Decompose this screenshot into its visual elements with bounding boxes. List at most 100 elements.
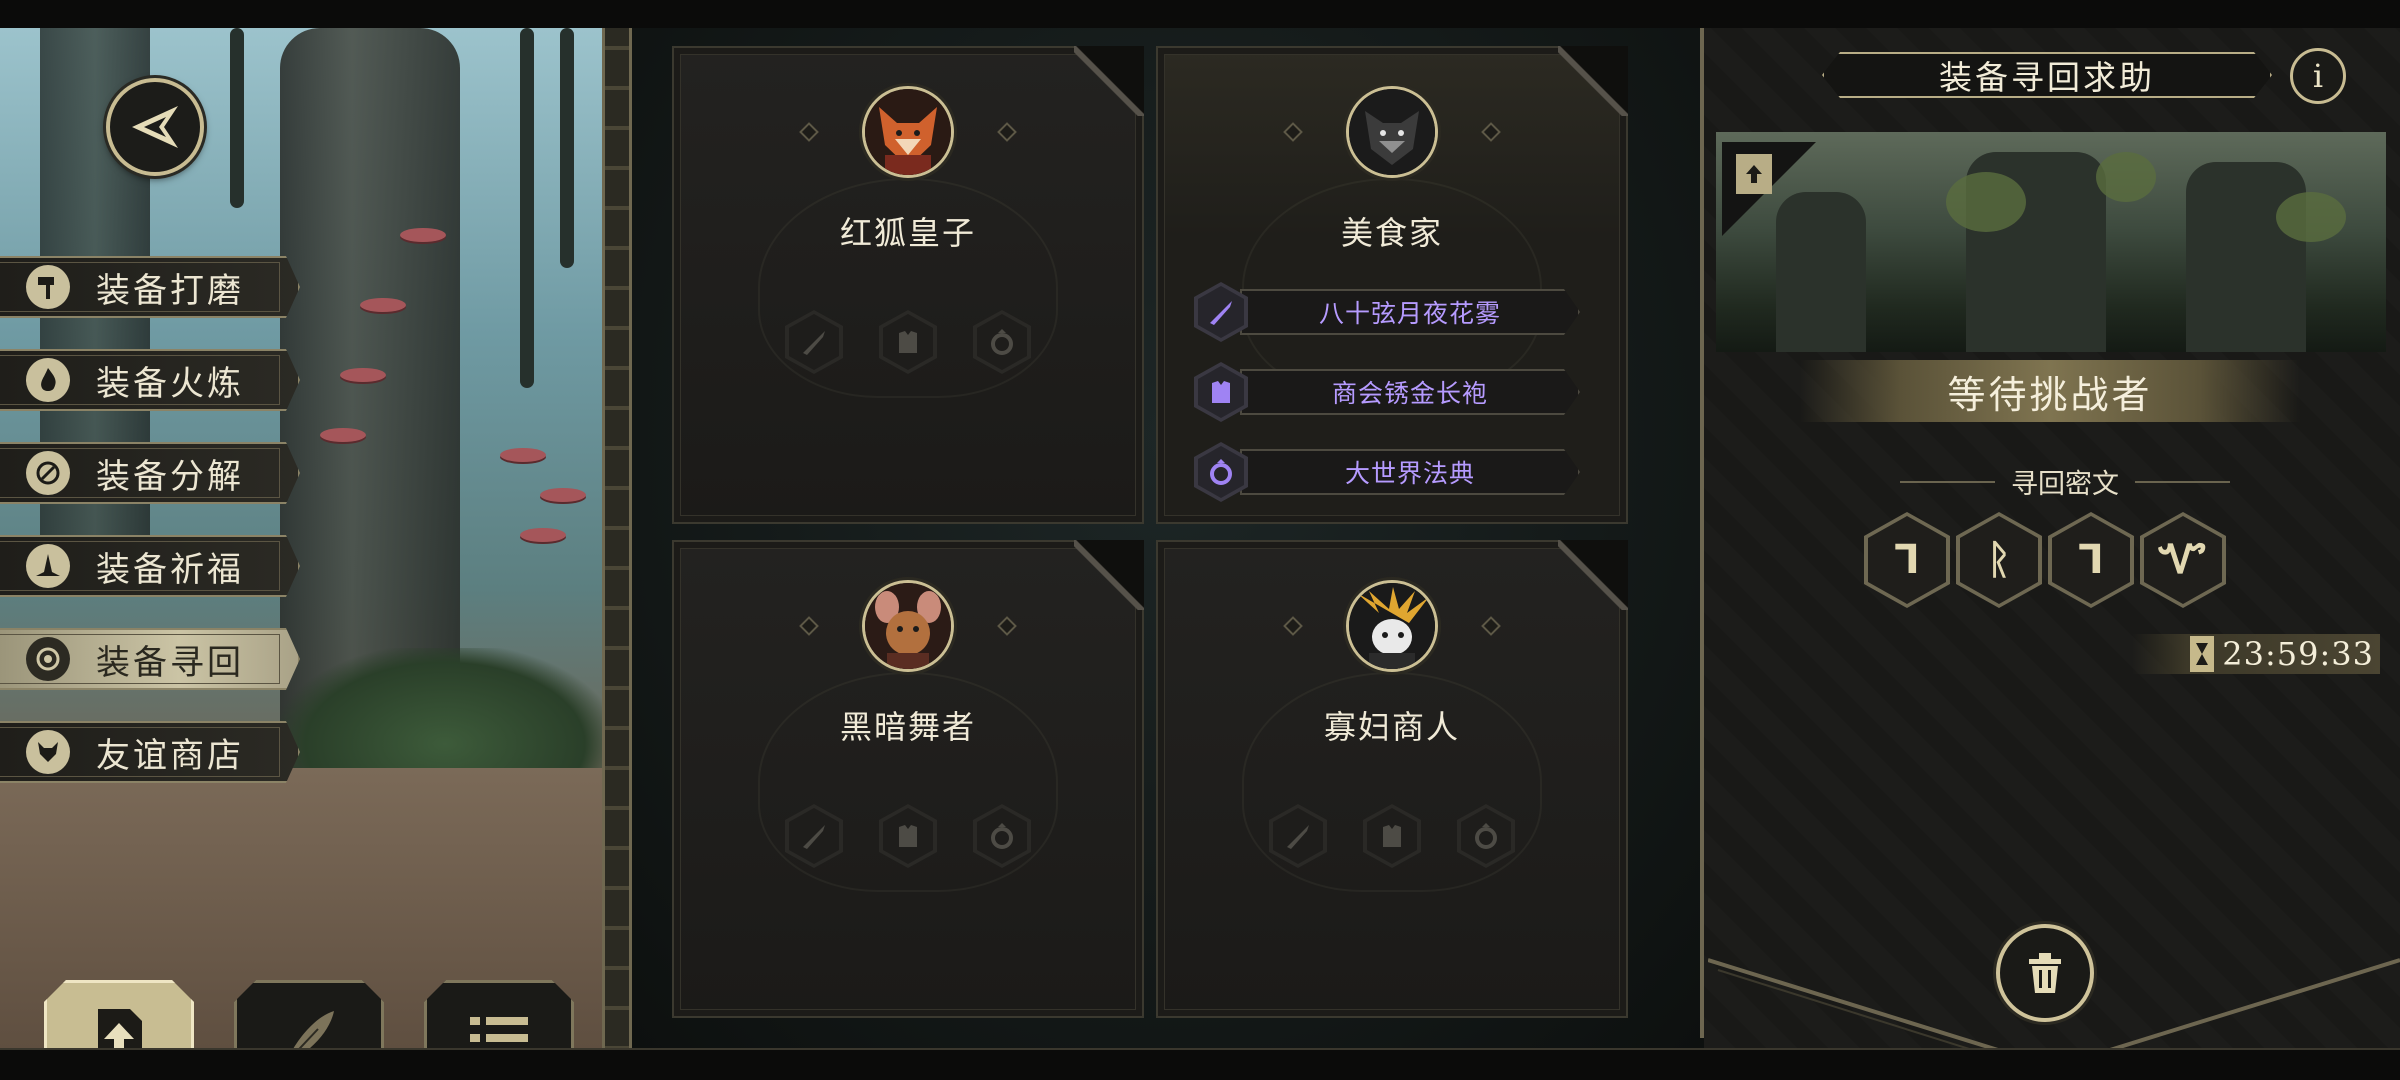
sword-icon <box>1287 825 1309 849</box>
menu-item-polish[interactable]: 装备打磨 <box>0 256 300 318</box>
mushroom <box>340 368 386 382</box>
trash-icon <box>2029 953 2061 993</box>
upload-icon <box>98 1008 142 1048</box>
share-button[interactable] <box>1736 154 1772 194</box>
menu-label: 装备分解 <box>96 456 244 497</box>
cipher-symbol: Ꞁ <box>1864 512 1950 608</box>
mushroom <box>360 298 406 312</box>
equipment-name: 八十弦月夜花雾 <box>1240 289 1580 335</box>
mushroom <box>400 228 446 242</box>
sword-icon <box>803 825 825 849</box>
diamond-ornament <box>997 122 1017 142</box>
cipher-symbol: Ꮙ <box>2140 512 2226 608</box>
equipment-slots <box>674 804 1142 868</box>
hero-name: 寡妇商人 <box>1323 708 1460 746</box>
menu-label: 友谊商店 <box>96 735 244 776</box>
sword-icon <box>1210 301 1232 325</box>
equipment-row[interactable]: 八十弦月夜花雾 <box>1194 282 1594 342</box>
back-button[interactable] <box>106 78 204 176</box>
armor-slot[interactable] <box>879 310 937 374</box>
fox-icon <box>26 730 70 774</box>
hero-name: 红狐皇子 <box>839 214 976 252</box>
disassemble-icon <box>26 451 70 495</box>
info-button[interactable]: i <box>2290 48 2346 104</box>
menu-item-friendship-shop[interactable]: 友谊商店 <box>0 721 300 783</box>
ring-slot[interactable] <box>973 804 1031 868</box>
back-arrow-icon <box>132 106 178 148</box>
cipher-header: 寻回密文 <box>1900 462 2230 501</box>
menu-label: 装备火炼 <box>96 363 244 404</box>
diamond-ornament <box>799 122 819 142</box>
mushroom <box>320 428 366 442</box>
card-fold-corner <box>1558 540 1628 610</box>
hero-card[interactable]: 红狐皇子 <box>672 46 1144 524</box>
menu-label: 装备祈福 <box>96 549 244 590</box>
equipment-name: 商会锈金长袍 <box>1240 369 1580 415</box>
menu-item-disassemble[interactable]: 装备分解 <box>0 442 300 504</box>
hero-name: 美食家 <box>1340 214 1443 252</box>
list-tab-button[interactable] <box>424 980 574 1048</box>
armor-icon <box>899 825 917 847</box>
feather-icon <box>285 1010 334 1048</box>
hero-name: 黑暗舞者 <box>839 708 976 746</box>
hero-card[interactable]: 寡妇商人 <box>1156 540 1628 1018</box>
hero-card[interactable]: 黑暗舞者 <box>672 540 1144 1018</box>
scene-moss <box>1946 172 2026 232</box>
widow-merchant-portrait <box>1349 583 1435 669</box>
diamond-ornament <box>997 616 1017 636</box>
mushroom <box>500 448 546 462</box>
hourglass-icon <box>2190 636 2215 672</box>
timer-text: 23:59:33 <box>2222 635 2374 673</box>
hanging-vine <box>520 28 534 388</box>
armor-icon <box>1383 825 1401 847</box>
diamond-ornament <box>1283 616 1303 636</box>
menu-label: 装备打磨 <box>96 270 244 311</box>
boss-scene-image <box>1716 132 2386 352</box>
armor-slot[interactable] <box>879 804 937 868</box>
ring-icon <box>991 329 1013 355</box>
discard-button[interactable] <box>1996 924 2094 1022</box>
cipher-symbol: Ꞁ <box>2048 512 2134 608</box>
hero-avatar <box>1346 86 1438 178</box>
equipment-name: 大世界法典 <box>1240 449 1580 495</box>
left-scene-panel: 装备打磨 装备火炼 装备分解 装备祈福 装备寻回 友谊商店 <box>0 28 610 1048</box>
diamond-ornament <box>1481 122 1501 142</box>
weapon-slot[interactable] <box>785 310 843 374</box>
mushroom <box>540 488 586 502</box>
upload-tab-button[interactable] <box>44 980 194 1048</box>
hero-card[interactable]: 美食家 八十弦月夜花雾 商会锈金长袍 大世界法典 <box>1156 46 1628 524</box>
dark-dancer-portrait <box>865 583 951 669</box>
hammer-icon <box>26 265 70 309</box>
menu-item-forge[interactable]: 装备火炼 <box>0 349 300 411</box>
ring-slot[interactable] <box>1457 804 1515 868</box>
ornamental-divider <box>602 28 632 1048</box>
ring-icon <box>1210 459 1232 485</box>
feather-tab-button[interactable] <box>234 980 384 1048</box>
side-menu: 装备打磨 装备火炼 装备分解 装备祈福 装备寻回 友谊商店 <box>0 256 306 814</box>
info-icon: i <box>2312 57 2324 95</box>
diamond-ornament <box>1481 616 1501 636</box>
menu-item-retrieve[interactable]: 装备寻回 <box>0 628 300 690</box>
hanging-vine <box>560 28 574 268</box>
panel-frame <box>1700 28 1704 1038</box>
pray-icon <box>26 544 70 588</box>
scene-moss <box>2276 192 2346 242</box>
scene-tree <box>2186 162 2306 352</box>
weapon-slot[interactable] <box>1269 804 1327 868</box>
hero-avatar <box>862 580 954 672</box>
equipment-row[interactable]: 商会锈金长袍 <box>1194 362 1594 422</box>
rune-glyph: Ꮙ <box>2144 516 2222 604</box>
list-icon <box>470 1016 528 1042</box>
armor-slot[interactable] <box>1363 804 1421 868</box>
ring-slot[interactable] <box>973 310 1031 374</box>
weapon-slot[interactable] <box>785 804 843 868</box>
ring-icon <box>991 823 1013 849</box>
hero-avatar <box>1346 580 1438 672</box>
rune-glyph: ᚱ <box>1960 516 2038 604</box>
upload-icon <box>1746 165 1762 183</box>
equipment-row[interactable]: 大世界法典 <box>1194 442 1594 502</box>
armor-icon <box>899 331 917 353</box>
diamond-ornament <box>1283 122 1303 142</box>
hero-avatar <box>862 86 954 178</box>
menu-item-pray[interactable]: 装备祈福 <box>0 535 300 597</box>
